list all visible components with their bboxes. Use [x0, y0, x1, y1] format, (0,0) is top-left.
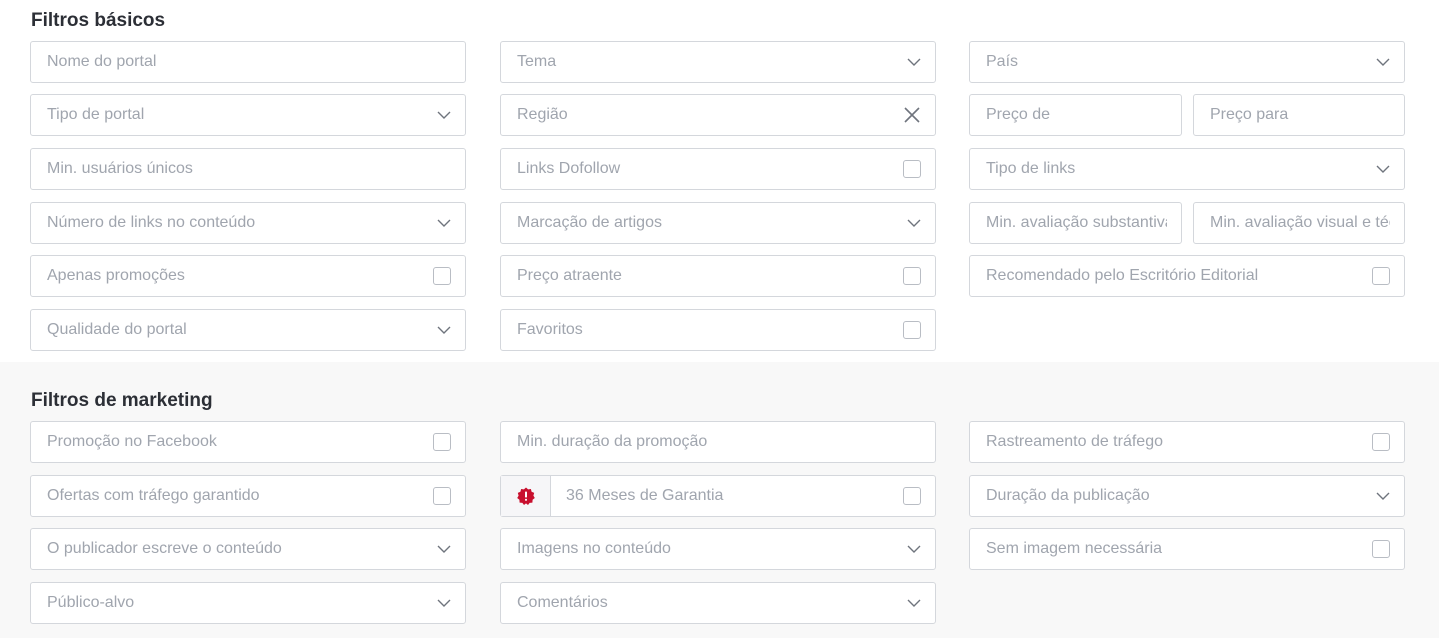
- comments-label: Comentários: [517, 594, 608, 611]
- link-type-select[interactable]: Tipo de links: [969, 148, 1405, 190]
- article-marking-label: Marcação de artigos: [517, 214, 662, 231]
- marketing-filters-title: Filtros de marketing: [31, 390, 213, 411]
- portal-type-select[interactable]: Tipo de portal: [30, 94, 466, 136]
- facebook-promotion-checkbox-field[interactable]: Promoção no Facebook: [30, 421, 466, 463]
- target-audience-select[interactable]: Público-alvo: [30, 582, 466, 624]
- dofollow-links-label: Links Dofollow: [517, 160, 621, 177]
- checkbox-icon[interactable]: [1372, 433, 1390, 451]
- region-select[interactable]: Região: [500, 94, 936, 136]
- chevron-down-icon: [437, 596, 451, 610]
- country-select[interactable]: País: [969, 41, 1405, 83]
- checkbox-icon[interactable]: [903, 321, 921, 339]
- chevron-down-icon: [1376, 55, 1390, 69]
- chevron-down-icon: [907, 216, 921, 230]
- portal-quality-select[interactable]: Qualidade do portal: [30, 309, 466, 351]
- chevron-down-icon: [437, 542, 451, 556]
- min-promotion-duration-input[interactable]: Min. duração da promoção: [500, 421, 936, 463]
- portal-quality-label: Qualidade do portal: [47, 321, 187, 338]
- basic-filters-title: Filtros básicos: [31, 10, 166, 31]
- checkbox-icon[interactable]: [433, 433, 451, 451]
- traffic-tracking-checkbox-field[interactable]: Rastreamento de tráfego: [969, 421, 1405, 463]
- guaranteed-traffic-checkbox-field[interactable]: Ofertas com tráfego garantido: [30, 475, 466, 517]
- attractive-price-label: Preço atraente: [517, 267, 622, 284]
- favorites-label: Favoritos: [517, 321, 583, 338]
- article-marking-select[interactable]: Marcação de artigos: [500, 202, 936, 244]
- country-label: País: [986, 53, 1019, 70]
- chevron-down-icon: [907, 596, 921, 610]
- traffic-tracking-label: Rastreamento de tráfego: [986, 433, 1163, 450]
- chevron-down-icon: [437, 216, 451, 230]
- checkbox-icon[interactable]: [433, 267, 451, 285]
- favorites-checkbox-field[interactable]: Favoritos: [500, 309, 936, 351]
- close-icon[interactable]: [903, 106, 921, 124]
- theme-select[interactable]: Tema: [500, 41, 936, 83]
- link-type-label: Tipo de links: [986, 160, 1076, 177]
- publication-duration-select[interactable]: Duração da publicação: [969, 475, 1405, 517]
- content-link-count-select[interactable]: Número de links no conteúdo: [30, 202, 466, 244]
- no-image-needed-label: Sem imagem necessária: [986, 540, 1163, 557]
- chevron-down-icon: [907, 55, 921, 69]
- marketing-filters-section: Filtros de marketing Promoção no Faceboo…: [0, 362, 1439, 638]
- dofollow-links-checkbox-field[interactable]: Links Dofollow: [500, 148, 936, 190]
- min-substantive-rating-input[interactable]: Min. avaliação substantiva: [969, 202, 1182, 244]
- checkbox-icon[interactable]: [903, 487, 921, 505]
- content-images-label: Imagens no conteúdo: [517, 540, 671, 557]
- promotions-only-label: Apenas promoções: [47, 267, 185, 284]
- facebook-promotion-label: Promoção no Facebook: [47, 433, 217, 450]
- no-image-needed-checkbox-field[interactable]: Sem imagem necessária: [969, 528, 1405, 570]
- editorial-recommended-label: Recomendado pelo Escritório Editorial: [986, 267, 1259, 284]
- min-visual-rating-placeholder: Min. avaliação visual e técnica: [1210, 214, 1390, 231]
- publication-duration-label: Duração da publicação: [986, 487, 1150, 504]
- region-label: Região: [517, 106, 568, 123]
- checkbox-icon[interactable]: [1372, 267, 1390, 285]
- min-substantive-rating-placeholder: Min. avaliação substantiva: [986, 214, 1167, 231]
- content-images-select[interactable]: Imagens no conteúdo: [500, 528, 936, 570]
- comments-select[interactable]: Comentários: [500, 582, 936, 624]
- price-to-placeholder: Preço para: [1210, 106, 1289, 123]
- checkbox-icon[interactable]: [1372, 540, 1390, 558]
- guarantee-36-months-label: 36 Meses de Garantia: [566, 487, 724, 504]
- price-from-input[interactable]: Preço de: [969, 94, 1182, 136]
- warning-badge-icon: [501, 476, 551, 516]
- promotions-only-checkbox-field[interactable]: Apenas promoções: [30, 255, 466, 297]
- min-visual-rating-input[interactable]: Min. avaliação visual e técnica: [1193, 202, 1405, 244]
- publisher-writes-content-label: O publicador escreve o conteúdo: [47, 540, 282, 557]
- checkbox-icon[interactable]: [903, 267, 921, 285]
- portal-type-label: Tipo de portal: [47, 106, 145, 123]
- basic-filters-section: Filtros básicos Nome do portal Tema País…: [0, 0, 1439, 362]
- checkbox-icon[interactable]: [433, 487, 451, 505]
- publisher-writes-content-select[interactable]: O publicador escreve o conteúdo: [30, 528, 466, 570]
- editorial-recommended-checkbox-field[interactable]: Recomendado pelo Escritório Editorial: [969, 255, 1405, 297]
- guaranteed-traffic-label: Ofertas com tráfego garantido: [47, 487, 260, 504]
- chevron-down-icon: [907, 542, 921, 556]
- guarantee-36-months-checkbox-field[interactable]: 36 Meses de Garantia: [500, 475, 936, 517]
- chevron-down-icon: [437, 108, 451, 122]
- chevron-down-icon: [1376, 489, 1390, 503]
- min-unique-users-placeholder: Min. usuários únicos: [47, 160, 193, 177]
- min-unique-users-input[interactable]: Min. usuários únicos: [30, 148, 466, 190]
- min-promotion-duration-placeholder: Min. duração da promoção: [517, 433, 708, 450]
- chevron-down-icon: [437, 323, 451, 337]
- content-link-count-label: Número de links no conteúdo: [47, 214, 256, 231]
- portal-name-input[interactable]: Nome do portal: [30, 41, 466, 83]
- attractive-price-checkbox-field[interactable]: Preço atraente: [500, 255, 936, 297]
- target-audience-label: Público-alvo: [47, 594, 135, 611]
- checkbox-icon[interactable]: [903, 160, 921, 178]
- portal-name-placeholder: Nome do portal: [47, 53, 157, 70]
- price-to-input[interactable]: Preço para: [1193, 94, 1405, 136]
- chevron-down-icon: [1376, 162, 1390, 176]
- price-from-placeholder: Preço de: [986, 106, 1051, 123]
- theme-label: Tema: [517, 53, 557, 70]
